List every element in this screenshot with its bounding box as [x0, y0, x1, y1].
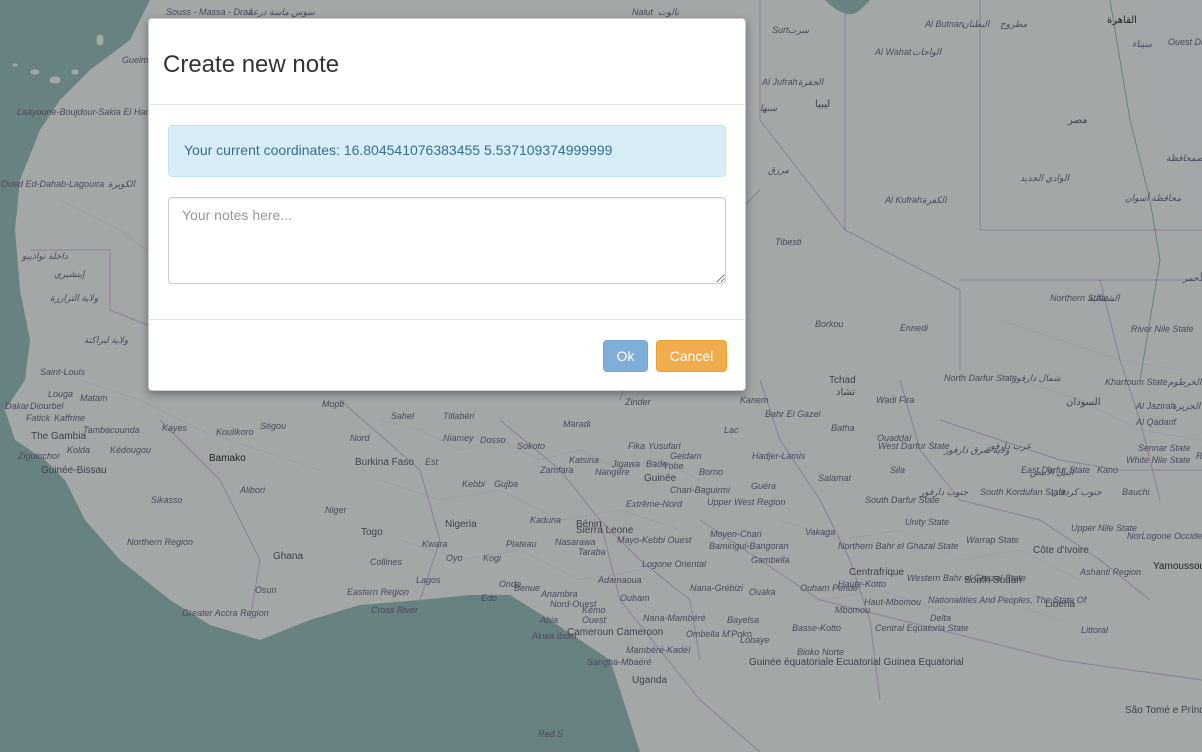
- cancel-button[interactable]: Cancel: [656, 340, 727, 372]
- dialog-title: Create new note: [163, 51, 340, 78]
- create-note-dialog: Create new note Your current coordinates…: [148, 18, 746, 391]
- notes-textarea[interactable]: [168, 197, 726, 284]
- coordinates-info: Your current coordinates: 16.80454107638…: [168, 125, 726, 177]
- dialog-footer: Ok Cancel: [149, 320, 745, 390]
- dialog-body: Your current coordinates: 16.80454107638…: [149, 105, 745, 320]
- dialog-header: Create new note: [149, 19, 745, 105]
- ok-button[interactable]: Ok: [603, 340, 648, 372]
